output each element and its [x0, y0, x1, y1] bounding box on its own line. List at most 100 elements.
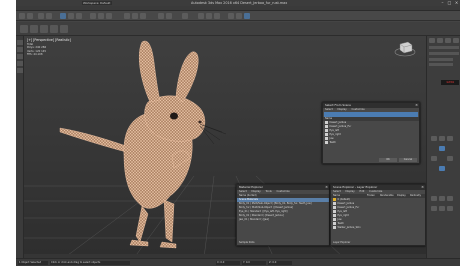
panel-button[interactable]	[447, 156, 453, 161]
column-radiosity[interactable]: Radiosity	[410, 194, 421, 197]
eye	[170, 112, 178, 120]
menu-customize[interactable]: Customize	[277, 190, 290, 193]
modifier-list[interactable]	[429, 52, 459, 55]
close-icon[interactable]: ×	[415, 103, 418, 108]
readout-field[interactable]: 1234	[441, 80, 459, 85]
window-title: Autodesk 3ds Max 2016 x64 Desert_Jerboa_…	[191, 1, 288, 5]
panel-button[interactable]	[431, 136, 437, 141]
perspective-viewport[interactable]: [+] [Perspective] [Realistic] Total Poly…	[24, 36, 426, 258]
schematic-icon[interactable]	[206, 13, 212, 19]
nose	[198, 120, 202, 124]
select-by-name-icon[interactable]	[68, 13, 74, 19]
close-icon[interactable]: ×	[421, 185, 424, 190]
side-tool-icon[interactable]	[17, 61, 23, 66]
material-explorer-dialog: Material Explorer × Select Display Tools…	[236, 184, 330, 246]
rotate-icon[interactable]	[98, 13, 104, 19]
snap-icon[interactable]	[124, 13, 130, 19]
viewcube-icon[interactable]	[394, 40, 416, 58]
ok-button[interactable]: OK	[379, 158, 397, 162]
angle-snap-icon[interactable]	[132, 13, 138, 19]
side-tool-icon[interactable]	[17, 40, 23, 45]
curve-editor-icon[interactable]	[198, 13, 204, 19]
mirror-icon[interactable]	[158, 13, 164, 19]
viewport-stats: Total Polys: 240 286 Verts: 120 145 FPS:…	[27, 43, 46, 57]
ribbon-button[interactable]	[50, 25, 58, 33]
render-icon[interactable]	[244, 13, 250, 19]
menu-edit[interactable]: Edit	[360, 190, 365, 193]
modifier-item[interactable]	[429, 58, 453, 61]
sample-slots-footer[interactable]: Sample Slots	[237, 241, 329, 245]
ribbon-button[interactable]	[40, 25, 48, 33]
selection-status: 1 Object Selected	[18, 261, 48, 265]
link-icon[interactable]	[38, 13, 44, 19]
create-tab-icon[interactable]	[429, 38, 435, 43]
viewport-label[interactable]: [+] [Perspective] [Realistic]	[27, 38, 71, 42]
layer-explorer-dialog: Scene Explorer - Layer Explorer × Select…	[330, 184, 426, 246]
modifier-item[interactable]	[429, 63, 453, 66]
undo-icon[interactable]	[19, 13, 25, 19]
menu-select[interactable]: Select	[325, 108, 333, 111]
list-item[interactable]: Jaw_01 ( Standard ) [Jaw]	[237, 218, 329, 222]
menu-customize[interactable]: Customize	[352, 108, 365, 111]
panel-button[interactable]	[447, 136, 453, 141]
menu-display[interactable]: Display	[338, 108, 347, 111]
close-icon[interactable]: ×	[325, 185, 328, 190]
jerboa-wireframe-model	[59, 40, 206, 249]
ribbon-button[interactable]	[30, 25, 38, 33]
side-tool-icon[interactable]	[17, 68, 23, 73]
status-bar: 1 Object Selected Click or click-and-dra…	[16, 258, 460, 266]
prompt-line: Click or click-and-drag to select object…	[50, 261, 130, 265]
render-setup-icon[interactable]	[228, 13, 234, 19]
cancel-button[interactable]: Cancel	[399, 158, 417, 162]
object-name-field[interactable]	[429, 46, 459, 49]
menu-tools[interactable]: Tools	[266, 190, 272, 193]
workspace-select[interactable]: Workspace: Default	[82, 1, 112, 5]
layer-icon[interactable]	[182, 13, 188, 19]
align-icon[interactable]	[166, 13, 172, 19]
ribbon-button[interactable]	[60, 25, 68, 33]
table-row[interactable]: Walker_Jerboa_Skin	[331, 226, 425, 230]
render-frame-icon[interactable]	[236, 13, 242, 19]
unlink-icon[interactable]	[46, 13, 52, 19]
app-window: Workspace: Default Autodesk 3ds Max 2016…	[16, 0, 460, 266]
stats-fps: FPS: 44.108	[27, 53, 43, 57]
scale-icon[interactable]	[106, 13, 112, 19]
move-icon[interactable]	[90, 13, 96, 19]
layer-explorer-footer[interactable]: Layer Explorer	[331, 241, 425, 245]
motion-tab-icon[interactable]	[453, 38, 459, 43]
panel-button[interactable]	[447, 196, 453, 201]
region-select-icon[interactable]	[76, 13, 82, 19]
select-from-scene-dialog: Select From Scene × Select Display Custo…	[322, 102, 420, 164]
list-item[interactable]: Teeth	[323, 141, 419, 145]
ribbon	[16, 22, 460, 36]
panel-button[interactable]	[439, 146, 445, 151]
main-toolbar	[16, 11, 460, 21]
percent-snap-icon[interactable]	[140, 13, 146, 19]
z-coordinate-field[interactable]: Z: 0.0	[268, 261, 292, 265]
modify-tab-icon[interactable]	[437, 38, 443, 43]
y-coordinate-field[interactable]: Y: 0.0	[242, 261, 266, 265]
x-coordinate-field[interactable]: X: 0.0	[216, 261, 240, 265]
panel-button[interactable]	[431, 196, 437, 201]
menu-display[interactable]: Display	[346, 190, 355, 193]
ribbon-button[interactable]	[20, 25, 28, 33]
side-tool-icon[interactable]	[17, 47, 23, 52]
hierarchy-tab-icon[interactable]	[445, 38, 451, 43]
side-tool-icon[interactable]	[17, 54, 23, 59]
select-icon[interactable]	[60, 13, 66, 19]
redo-icon[interactable]	[27, 13, 33, 19]
panel-button[interactable]	[431, 156, 437, 161]
menu-select[interactable]: Select	[239, 190, 247, 193]
panel-button[interactable]	[447, 206, 453, 211]
left-toolbar	[16, 36, 24, 258]
panel-button[interactable]	[439, 206, 445, 211]
menu-select[interactable]: Select	[333, 190, 341, 193]
material-editor-icon[interactable]	[214, 13, 220, 19]
panel-button[interactable]	[439, 136, 445, 141]
panel-button[interactable]	[431, 206, 437, 211]
menu-customize[interactable]: Customize	[369, 190, 382, 193]
command-panel: 1234	[426, 36, 460, 258]
menu-display[interactable]: Display	[252, 190, 261, 193]
panel-button[interactable]	[439, 196, 445, 201]
panel-button[interactable]	[439, 166, 445, 171]
